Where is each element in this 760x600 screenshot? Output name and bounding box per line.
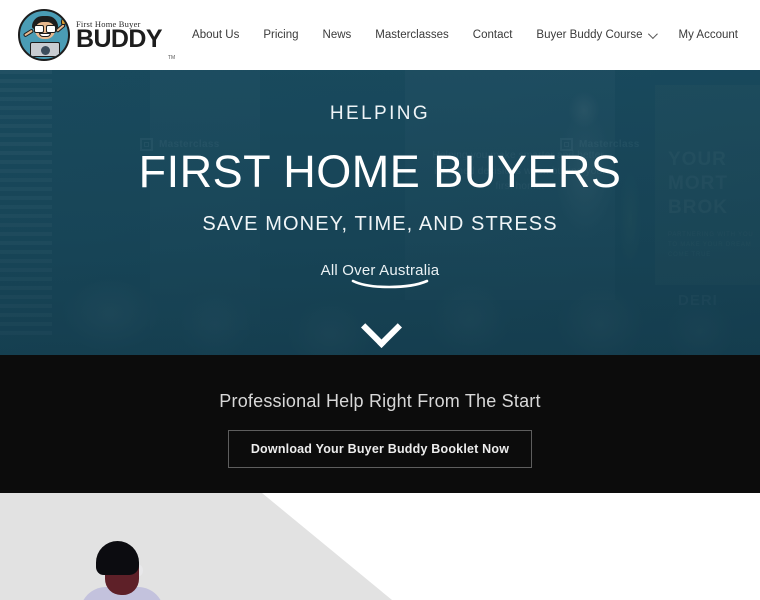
site-header: First Home Buyer BUDDY TM About Us Prici… — [0, 0, 760, 70]
hero-section: Masterclass Masterclass Helping you make… — [0, 70, 760, 355]
underline-swoosh-icon — [351, 279, 428, 289]
hero-subheadline: SAVE MONEY, TIME, AND STRESS — [202, 213, 558, 235]
cta-section: Professional Help Right From The Start D… — [0, 355, 760, 493]
download-booklet-button[interactable]: Download Your Buyer Buddy Booklet Now — [227, 430, 533, 468]
logo-trademark: TM — [167, 55, 176, 61]
nav-label: Buyer Buddy Course — [536, 29, 643, 41]
person-illustration-icon — [78, 541, 164, 600]
nav-item-my-account[interactable]: My Account — [679, 29, 738, 41]
hero-content: HELPING FIRST HOME BUYERS SAVE MONEY, TI… — [0, 70, 760, 355]
scroll-down-chevron-icon[interactable] — [361, 305, 399, 343]
nav-item-about-us[interactable]: About Us — [192, 29, 239, 41]
main-navigation: About Us Pricing News Masterclasses Cont… — [192, 28, 738, 41]
nav-label: My Account — [678, 29, 738, 41]
nav-item-buyer-buddy-course[interactable]: Buyer Buddy Course — [536, 28, 658, 41]
nav-label: Pricing — [263, 29, 299, 41]
nav-item-news[interactable]: News — [323, 29, 352, 41]
hero-eyebrow: HELPING — [329, 103, 431, 124]
nav-item-contact[interactable]: Contact — [473, 29, 513, 41]
nav-label: News — [322, 29, 352, 41]
nav-label: Contact — [472, 29, 513, 41]
hero-headline: FIRST HOME BUYERS — [138, 146, 622, 197]
chevron-down-icon — [647, 28, 658, 39]
hero-tagline-text: All Over Australia — [320, 262, 440, 279]
cta-heading: Professional Help Right From The Start — [219, 391, 541, 411]
nav-item-pricing[interactable]: Pricing — [263, 29, 298, 41]
logo-wordmark: First Home Buyer BUDDY — [76, 18, 163, 54]
nav-item-masterclasses[interactable]: Masterclasses — [375, 29, 449, 41]
nav-label: Masterclasses — [375, 29, 449, 41]
nav-label: About Us — [192, 29, 240, 41]
buddy-avatar-icon — [18, 9, 70, 61]
angled-gray-panel — [0, 493, 392, 600]
bottom-section — [0, 493, 760, 600]
site-logo[interactable]: First Home Buyer BUDDY TM — [18, 9, 175, 61]
hero-tagline: All Over Australia — [320, 262, 440, 289]
logo-title: BUDDY — [76, 25, 163, 54]
